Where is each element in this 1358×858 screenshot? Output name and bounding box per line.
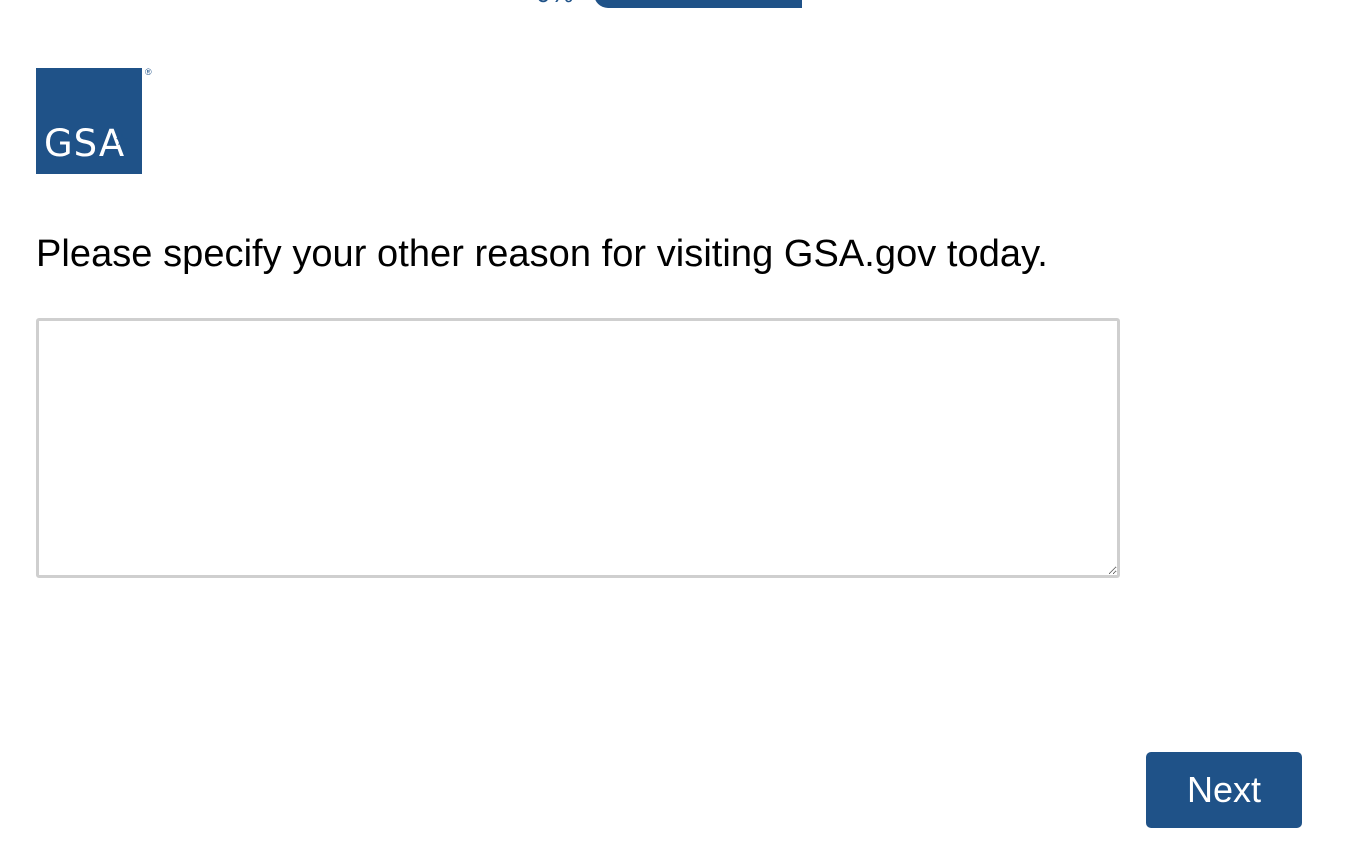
next-button[interactable]: Next	[1146, 752, 1302, 828]
gsa-logo-text: GSA	[44, 122, 125, 165]
gsa-logo-graphic: GSA	[36, 68, 142, 174]
other-reason-textarea[interactable]	[36, 318, 1120, 578]
progress-bar	[594, 0, 802, 8]
gsa-logo: GSA	[36, 68, 142, 174]
question-text: Please specify your other reason for vis…	[36, 233, 1048, 275]
progress-percent-label: 0%	[536, 0, 574, 8]
registered-trademark-symbol: ®	[145, 67, 152, 77]
